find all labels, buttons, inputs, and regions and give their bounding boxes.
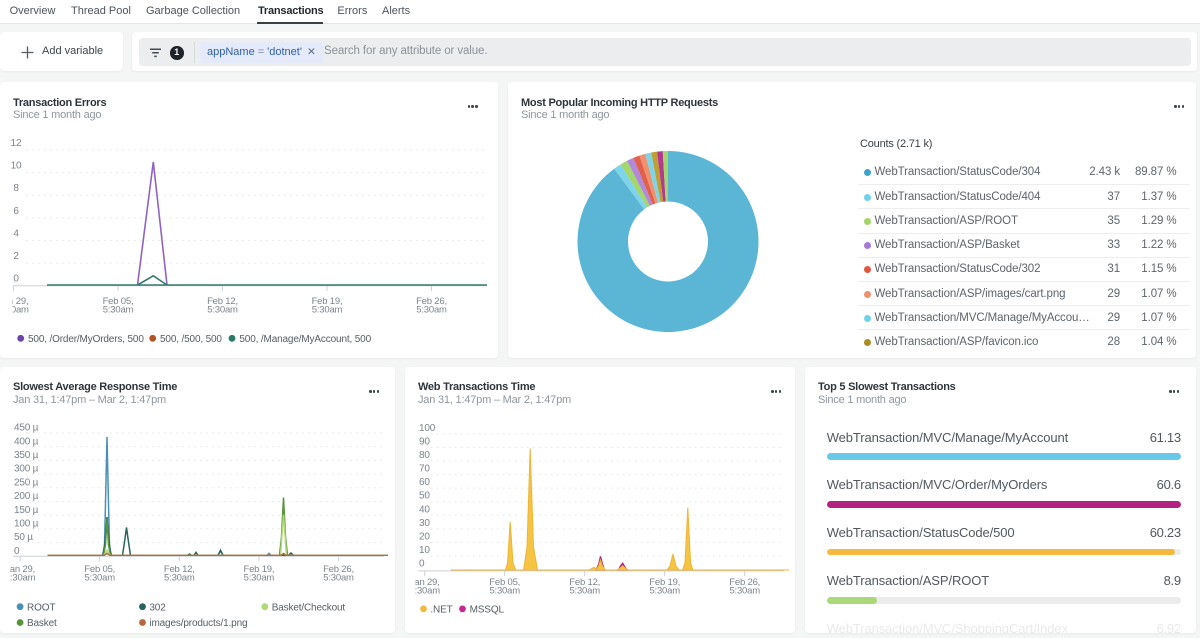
svg-text:MSSQL: MSSQL: [470, 605, 505, 616]
svg-text:0: 0: [13, 274, 19, 285]
svg-text:5:30am: 5:30am: [569, 586, 600, 597]
svg-text:5:30am: 5:30am: [164, 573, 195, 584]
svg-text:5:30am: 5:30am: [103, 305, 134, 316]
svg-text:0: 0: [14, 546, 20, 557]
svg-text:5:30am: 5:30am: [207, 305, 238, 316]
svg-text:Basket: Basket: [27, 618, 57, 629]
svg-text:2: 2: [13, 251, 19, 262]
svg-text:.NET: .NET: [430, 605, 452, 616]
svg-text:350 µ: 350 µ: [14, 450, 39, 461]
svg-text:12: 12: [11, 138, 22, 149]
svg-text:200 µ: 200 µ: [14, 491, 39, 502]
svg-text:5:30am: 5:30am: [244, 573, 275, 584]
svg-text:250 µ: 250 µ: [14, 477, 39, 488]
svg-text:6: 6: [13, 206, 19, 217]
svg-text:90: 90: [419, 436, 430, 447]
svg-text:images/products/1.png: images/products/1.png: [149, 618, 247, 629]
svg-text:5:30am: 5:30am: [312, 305, 343, 316]
svg-text:500, /Manage/MyAccount, 500: 500, /Manage/MyAccount, 500: [239, 334, 371, 345]
svg-text:450 µ: 450 µ: [14, 423, 39, 434]
svg-text:80: 80: [419, 450, 430, 461]
svg-text:300 µ: 300 µ: [14, 464, 39, 475]
svg-text:5:30am: 5:30am: [489, 586, 520, 597]
svg-text:60: 60: [419, 477, 430, 488]
svg-text:4: 4: [13, 229, 19, 240]
svg-text:70: 70: [419, 464, 430, 475]
svg-text:5:30am: 5:30am: [323, 573, 354, 584]
svg-text:500, /500, 500: 500, /500, 500: [160, 334, 222, 345]
svg-text:8: 8: [13, 183, 19, 194]
svg-text:5:30am: 5:30am: [416, 305, 447, 316]
svg-text:5:30am: 5:30am: [409, 586, 440, 597]
svg-text:302: 302: [149, 602, 166, 613]
svg-text:400 µ: 400 µ: [14, 436, 39, 447]
svg-text:5:30am: 5:30am: [649, 586, 680, 597]
svg-text:30: 30: [419, 518, 430, 529]
svg-text:10: 10: [419, 545, 430, 556]
svg-text:5:30am: 5:30am: [729, 586, 760, 597]
svg-text:50 µ: 50 µ: [14, 532, 33, 543]
svg-text:100 µ: 100 µ: [14, 519, 39, 530]
svg-text:5:30am: 5:30am: [5, 573, 36, 584]
svg-text:10: 10: [11, 161, 22, 172]
svg-text:20: 20: [419, 531, 430, 542]
svg-text:ROOT: ROOT: [27, 602, 55, 613]
svg-text:40: 40: [419, 504, 430, 515]
svg-text:5:30am: 5:30am: [0, 305, 29, 316]
svg-text:Basket/Checkout: Basket/Checkout: [272, 602, 346, 613]
svg-text:100: 100: [419, 423, 436, 434]
svg-text:5:30am: 5:30am: [84, 573, 115, 584]
svg-text:500, /Order/MyOrders, 500: 500, /Order/MyOrders, 500: [28, 334, 144, 345]
svg-text:0: 0: [419, 559, 425, 570]
svg-text:50: 50: [419, 491, 430, 502]
svg-text:150 µ: 150 µ: [14, 505, 39, 516]
